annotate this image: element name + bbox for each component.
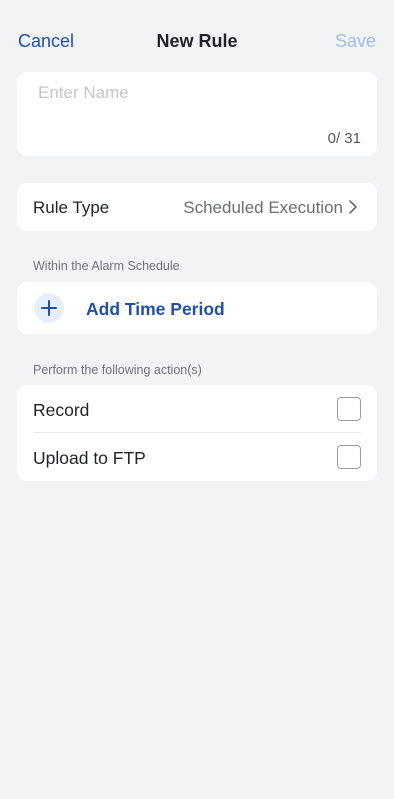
actions-list: Record Upload to FTP <box>17 385 377 481</box>
schedule-section-header: Within the Alarm Schedule <box>33 259 180 273</box>
rule-type-label: Rule Type <box>33 198 110 217</box>
action-row-record[interactable]: Record <box>17 385 377 433</box>
plus-icon <box>34 293 64 323</box>
navigation-bar: Cancel New Rule Save <box>0 22 394 62</box>
action-label: Upload to FTP <box>33 448 146 468</box>
name-card: 0/ 31 <box>17 72 377 156</box>
name-input[interactable] <box>38 80 358 106</box>
record-checkbox[interactable] <box>337 397 361 421</box>
chevron-right-icon <box>349 200 357 214</box>
new-rule-screen: Cancel New Rule Save 0/ 31 Rule Type Sch… <box>0 0 394 799</box>
add-time-period-label: Add Time Period <box>86 299 225 319</box>
actions-section-header: Perform the following action(s) <box>33 363 202 377</box>
rule-type-value: Scheduled Execution <box>183 198 343 217</box>
add-time-period-button[interactable]: Add Time Period <box>17 282 377 334</box>
name-character-counter: 0/ 31 <box>327 130 361 147</box>
rule-type-row[interactable]: Rule Type Scheduled Execution <box>17 183 377 231</box>
action-row-upload-ftp[interactable]: Upload to FTP <box>17 433 377 481</box>
save-button[interactable]: Save <box>335 31 376 52</box>
action-label: Record <box>33 400 90 420</box>
upload-ftp-checkbox[interactable] <box>337 445 361 469</box>
